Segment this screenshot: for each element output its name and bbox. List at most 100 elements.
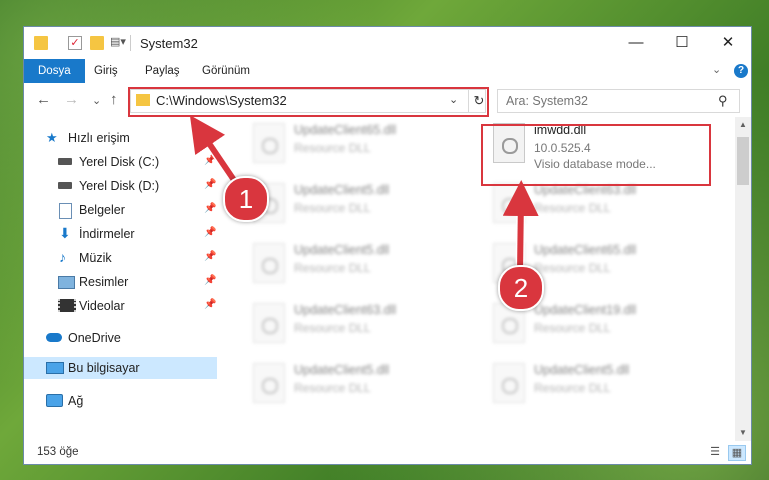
file-name: UpdateClient65.dll [534, 243, 637, 257]
sidebar-item-music[interactable]: ♪ Müzik 📌 [24, 247, 217, 269]
dll-file-icon [253, 243, 285, 283]
step-marker-1: 1 [223, 176, 269, 222]
sidebar-item-local-disk-d[interactable]: Yerel Disk (D:) 📌 [24, 175, 217, 197]
file-type: Resource DLL [294, 381, 371, 395]
file-name: UpdateClient5.dll [294, 183, 390, 197]
recent-locations-icon[interactable]: ⌄ [92, 94, 101, 107]
file-type: Resource DLL [294, 201, 371, 215]
help-icon[interactable]: ? [734, 64, 748, 78]
sidebar-item-network[interactable]: Ağ [24, 390, 217, 412]
pin-icon: 📌 [204, 179, 217, 190]
file-tile[interactable]: UpdateClient5.dll Resource DLL [239, 239, 459, 289]
computer-icon [46, 362, 64, 374]
pin-icon: 📌 [204, 251, 217, 262]
properties-icon[interactable]: ✓ [68, 36, 82, 50]
file-name: UpdateClient5.dll [294, 243, 390, 257]
ribbon: Dosya Giriş Paylaş Görünüm ⌄ ? [24, 59, 751, 84]
scroll-up-icon[interactable]: ▲ [735, 117, 751, 133]
drive-icon [58, 158, 72, 165]
sidebar-item-this-pc[interactable]: Bu bilgisayar [24, 357, 217, 379]
file-name: UpdateClient5.dll [534, 363, 630, 377]
step-marker-2: 2 [498, 265, 544, 311]
dll-file-icon [253, 303, 285, 343]
quick-access-dropdown-icon[interactable]: ▤▾ [110, 35, 126, 48]
file-tile[interactable]: UpdateClient5.dll Resource DLL [239, 179, 459, 229]
sidebar-item-quick-access[interactable]: ★ Hızlı erişim [24, 127, 217, 149]
scrollbar-thumb[interactable] [737, 137, 749, 185]
tab-home[interactable]: Giriş [82, 59, 130, 83]
file-name: UpdateClient5.dll [294, 363, 390, 377]
sidebar-item-label: Videolar [79, 299, 125, 313]
sidebar-item-local-disk-c[interactable]: Yerel Disk (C:) 📌 [24, 151, 217, 173]
sidebar-item-label: Hızlı erişim [68, 131, 130, 145]
folder-icon [34, 36, 48, 50]
close-button[interactable]: ✕ [705, 27, 751, 59]
file-name: UpdateClient19.dll [534, 303, 637, 317]
file-type: Resource DLL [294, 261, 371, 275]
dll-file-icon [493, 363, 525, 403]
sidebar-item-label: İndirmeler [79, 227, 135, 241]
file-type: Resource DLL [534, 201, 611, 215]
pin-icon: 📌 [204, 275, 217, 286]
drive-icon [58, 182, 72, 189]
minimize-button[interactable]: — [613, 27, 659, 59]
file-name: UpdateClient63.dll [294, 303, 397, 317]
sidebar-item-pictures[interactable]: Resimler 📌 [24, 271, 217, 293]
star-icon: ★ [46, 130, 58, 145]
sidebar-item-videos[interactable]: Videolar 📌 [24, 295, 217, 317]
sidebar-item-onedrive[interactable]: OneDrive [24, 327, 217, 349]
file-name: UpdateClient65.dll [294, 123, 397, 137]
details-view-icon[interactable]: ☰ [707, 445, 723, 459]
navigation-pane: ★ Hızlı erişim Yerel Disk (C:) 📌 Yerel D… [24, 117, 217, 441]
search-icon[interactable]: ⚲ [718, 93, 728, 109]
tab-view[interactable]: Görünüm [190, 59, 262, 83]
title-separator [130, 35, 131, 51]
pin-icon: 📌 [204, 299, 217, 310]
sidebar-item-label: Yerel Disk (C:) [79, 155, 160, 169]
music-icon: ♪ [59, 249, 66, 265]
item-count: 153 öğe [37, 446, 79, 458]
sidebar-item-downloads[interactable]: ⬇ İndirmeler 📌 [24, 223, 217, 245]
ribbon-collapse-icon[interactable]: ⌄ [712, 63, 721, 76]
tab-share[interactable]: Paylaş [133, 59, 192, 83]
file-tile[interactable]: UpdateClient5.dll Resource DLL [479, 359, 699, 409]
download-icon: ⬇ [59, 225, 71, 241]
file-type: Resource DLL [294, 141, 371, 155]
search-input[interactable] [504, 92, 708, 110]
sidebar-item-label: Müzik [79, 251, 112, 265]
sidebar-item-label: OneDrive [68, 331, 121, 345]
search-box[interactable]: ⚲ [497, 89, 740, 113]
dll-file-icon [253, 123, 285, 163]
maximize-button[interactable]: ☐ [659, 27, 705, 59]
sidebar-item-label: Belgeler [79, 203, 125, 217]
status-bar: 153 öğe ☰ ▦ [24, 441, 751, 464]
file-type: Resource DLL [534, 381, 611, 395]
window-title: System32 [140, 36, 198, 51]
file-type: Resource DLL [294, 321, 371, 335]
vertical-scrollbar[interactable]: ▲ ▼ [735, 117, 751, 441]
file-tile[interactable]: UpdateClient63.dll Resource DLL [239, 299, 459, 349]
file-type: Resource DLL [534, 321, 611, 335]
sidebar-item-label: Yerel Disk (D:) [79, 179, 160, 193]
pictures-icon [58, 276, 75, 289]
documents-icon [59, 203, 72, 219]
scroll-down-icon[interactable]: ▼ [735, 425, 751, 441]
title-bar: ✓ ▤▾ System32 — ☐ ✕ [24, 27, 751, 59]
pin-icon: 📌 [204, 155, 217, 166]
back-arrow-icon[interactable]: ← [36, 91, 51, 108]
sidebar-item-documents[interactable]: Belgeler 📌 [24, 199, 217, 221]
up-arrow-icon[interactable]: ↑ [110, 91, 118, 108]
new-folder-icon[interactable] [90, 36, 104, 50]
videos-icon [58, 299, 76, 312]
sidebar-item-label: Ağ [68, 394, 84, 408]
tiles-view-icon[interactable]: ▦ [728, 445, 746, 461]
file-tile[interactable]: UpdateClient5.dll Resource DLL [239, 359, 459, 409]
file-tile[interactable]: UpdateClient63.dll Resource DLL [479, 179, 699, 229]
sidebar-item-label: Bu bilgisayar [68, 361, 140, 375]
forward-arrow-icon[interactable]: → [64, 91, 79, 108]
dll-file-icon [253, 363, 285, 403]
sidebar-item-label: Resimler [79, 275, 129, 289]
file-tile[interactable]: UpdateClient65.dll Resource DLL [239, 119, 459, 169]
pin-icon: 📌 [204, 227, 217, 238]
tab-file[interactable]: Dosya [24, 59, 85, 83]
